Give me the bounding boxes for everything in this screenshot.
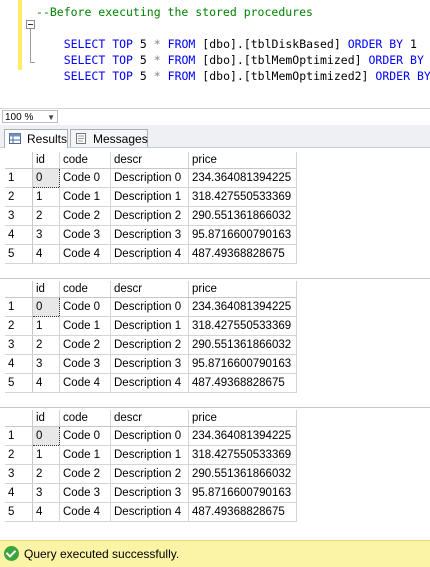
- table-row[interactable]: 3 2 Code 2 Description 2 290.551361866032: [5, 335, 297, 355]
- grid-icon: [9, 133, 21, 144]
- table-row[interactable]: 2 1 Code 1 Description 1 318.427550533369: [5, 187, 297, 207]
- column-header-id[interactable]: id: [32, 152, 60, 169]
- outline-line: [30, 29, 31, 63]
- table-row[interactable]: 1 0 Code 0 Description 0 234.364081394225: [5, 297, 297, 317]
- table-row[interactable]: 5 4 Code 4 Description 4 487.49368828675: [5, 373, 297, 393]
- column-header-id[interactable]: id: [32, 410, 60, 427]
- status-bar: Query executed successfully.: [0, 540, 430, 567]
- tab-messages[interactable]: Messages: [70, 129, 148, 147]
- zoom-value: 100 %: [5, 112, 34, 123]
- row-number-header: [5, 152, 33, 169]
- sql-line-3: SELECT TOP 5 * FROM [dbo].[tblMemOptimiz…: [63, 69, 430, 83]
- selected-cell[interactable]: 0: [32, 426, 60, 446]
- results-pane: id code descr price 1 0 Code 0 Description …: [0, 148, 430, 540]
- zoom-select[interactable]: 100 % ▼: [2, 110, 58, 123]
- messages-icon: [76, 133, 86, 144]
- column-header-price[interactable]: price: [188, 281, 297, 298]
- grid-splitter[interactable]: [0, 407, 430, 408]
- table-row[interactable]: 1 0 Code 0 Description 0 234.364081394225: [5, 168, 297, 188]
- grid-header: id code descr price: [5, 152, 297, 169]
- column-header-id[interactable]: id: [32, 281, 60, 298]
- grid-header: id code descr price: [5, 281, 297, 298]
- chevron-down-icon[interactable]: ▼: [47, 111, 55, 124]
- editor-margin: [0, 0, 18, 94]
- sql-comment: --Before executing the stored procedures: [36, 5, 313, 19]
- collapse-icon[interactable]: [26, 20, 35, 29]
- status-text: Query executed successfully.: [24, 547, 180, 561]
- table-row[interactable]: 4 3 Code 3 Description 3 95.8716600790163: [5, 483, 297, 503]
- row-number-header: [5, 410, 33, 427]
- table-row[interactable]: 2 1 Code 1 Description 1 318.427550533369: [5, 445, 297, 465]
- grid-splitter[interactable]: [0, 278, 430, 279]
- tab-messages-label: Messages: [93, 132, 148, 146]
- table-row[interactable]: 5 4 Code 4 Description 4 487.49368828675: [5, 502, 297, 522]
- result-grid-2[interactable]: id code descr price 1 0 Code 0 Description …: [5, 281, 297, 393]
- column-header-code[interactable]: code: [59, 410, 111, 427]
- outline-end: [30, 62, 35, 63]
- grid-header: id code descr price: [5, 410, 297, 427]
- table-row[interactable]: 1 0 Code 0 Description 0 234.364081394225: [5, 426, 297, 446]
- selected-cell[interactable]: 0: [32, 297, 60, 317]
- table-row[interactable]: 3 2 Code 2 Description 2 290.551361866032: [5, 206, 297, 226]
- column-header-code[interactable]: code: [59, 152, 111, 169]
- table-row[interactable]: 4 3 Code 3 Description 3 95.8716600790163: [5, 225, 297, 245]
- column-header-descr[interactable]: descr: [110, 410, 189, 427]
- table-row[interactable]: 2 1 Code 1 Description 1 318.427550533369: [5, 316, 297, 336]
- column-header-descr[interactable]: descr: [110, 152, 189, 169]
- zoom-bar: 100 % ▼: [0, 108, 430, 125]
- query-editor[interactable]: --Before executing the stored procedures…: [0, 0, 430, 108]
- selected-cell[interactable]: 0: [32, 168, 60, 188]
- tab-results-label: Results: [27, 132, 68, 146]
- table-row[interactable]: 4 3 Code 3 Description 3 95.8716600790163: [5, 354, 297, 374]
- results-tabstrip: Results Messages: [0, 125, 430, 148]
- table-row[interactable]: 5 4 Code 4 Description 4 487.49368828675: [5, 244, 297, 264]
- table-row[interactable]: 3 2 Code 2 Description 2 290.551361866032: [5, 464, 297, 484]
- column-header-price[interactable]: price: [188, 410, 297, 427]
- result-grid-3[interactable]: id code descr price 1 0 Code 0 Description …: [5, 410, 297, 522]
- result-grid-1[interactable]: id code descr price 1 0 Code 0 Description …: [5, 152, 297, 264]
- success-check-icon: [4, 546, 19, 561]
- change-bar: [18, 0, 22, 70]
- column-header-code[interactable]: code: [59, 281, 111, 298]
- column-header-descr[interactable]: descr: [110, 281, 189, 298]
- tab-results[interactable]: Results: [4, 129, 68, 148]
- column-header-price[interactable]: price: [188, 152, 297, 169]
- row-number-header: [5, 281, 33, 298]
